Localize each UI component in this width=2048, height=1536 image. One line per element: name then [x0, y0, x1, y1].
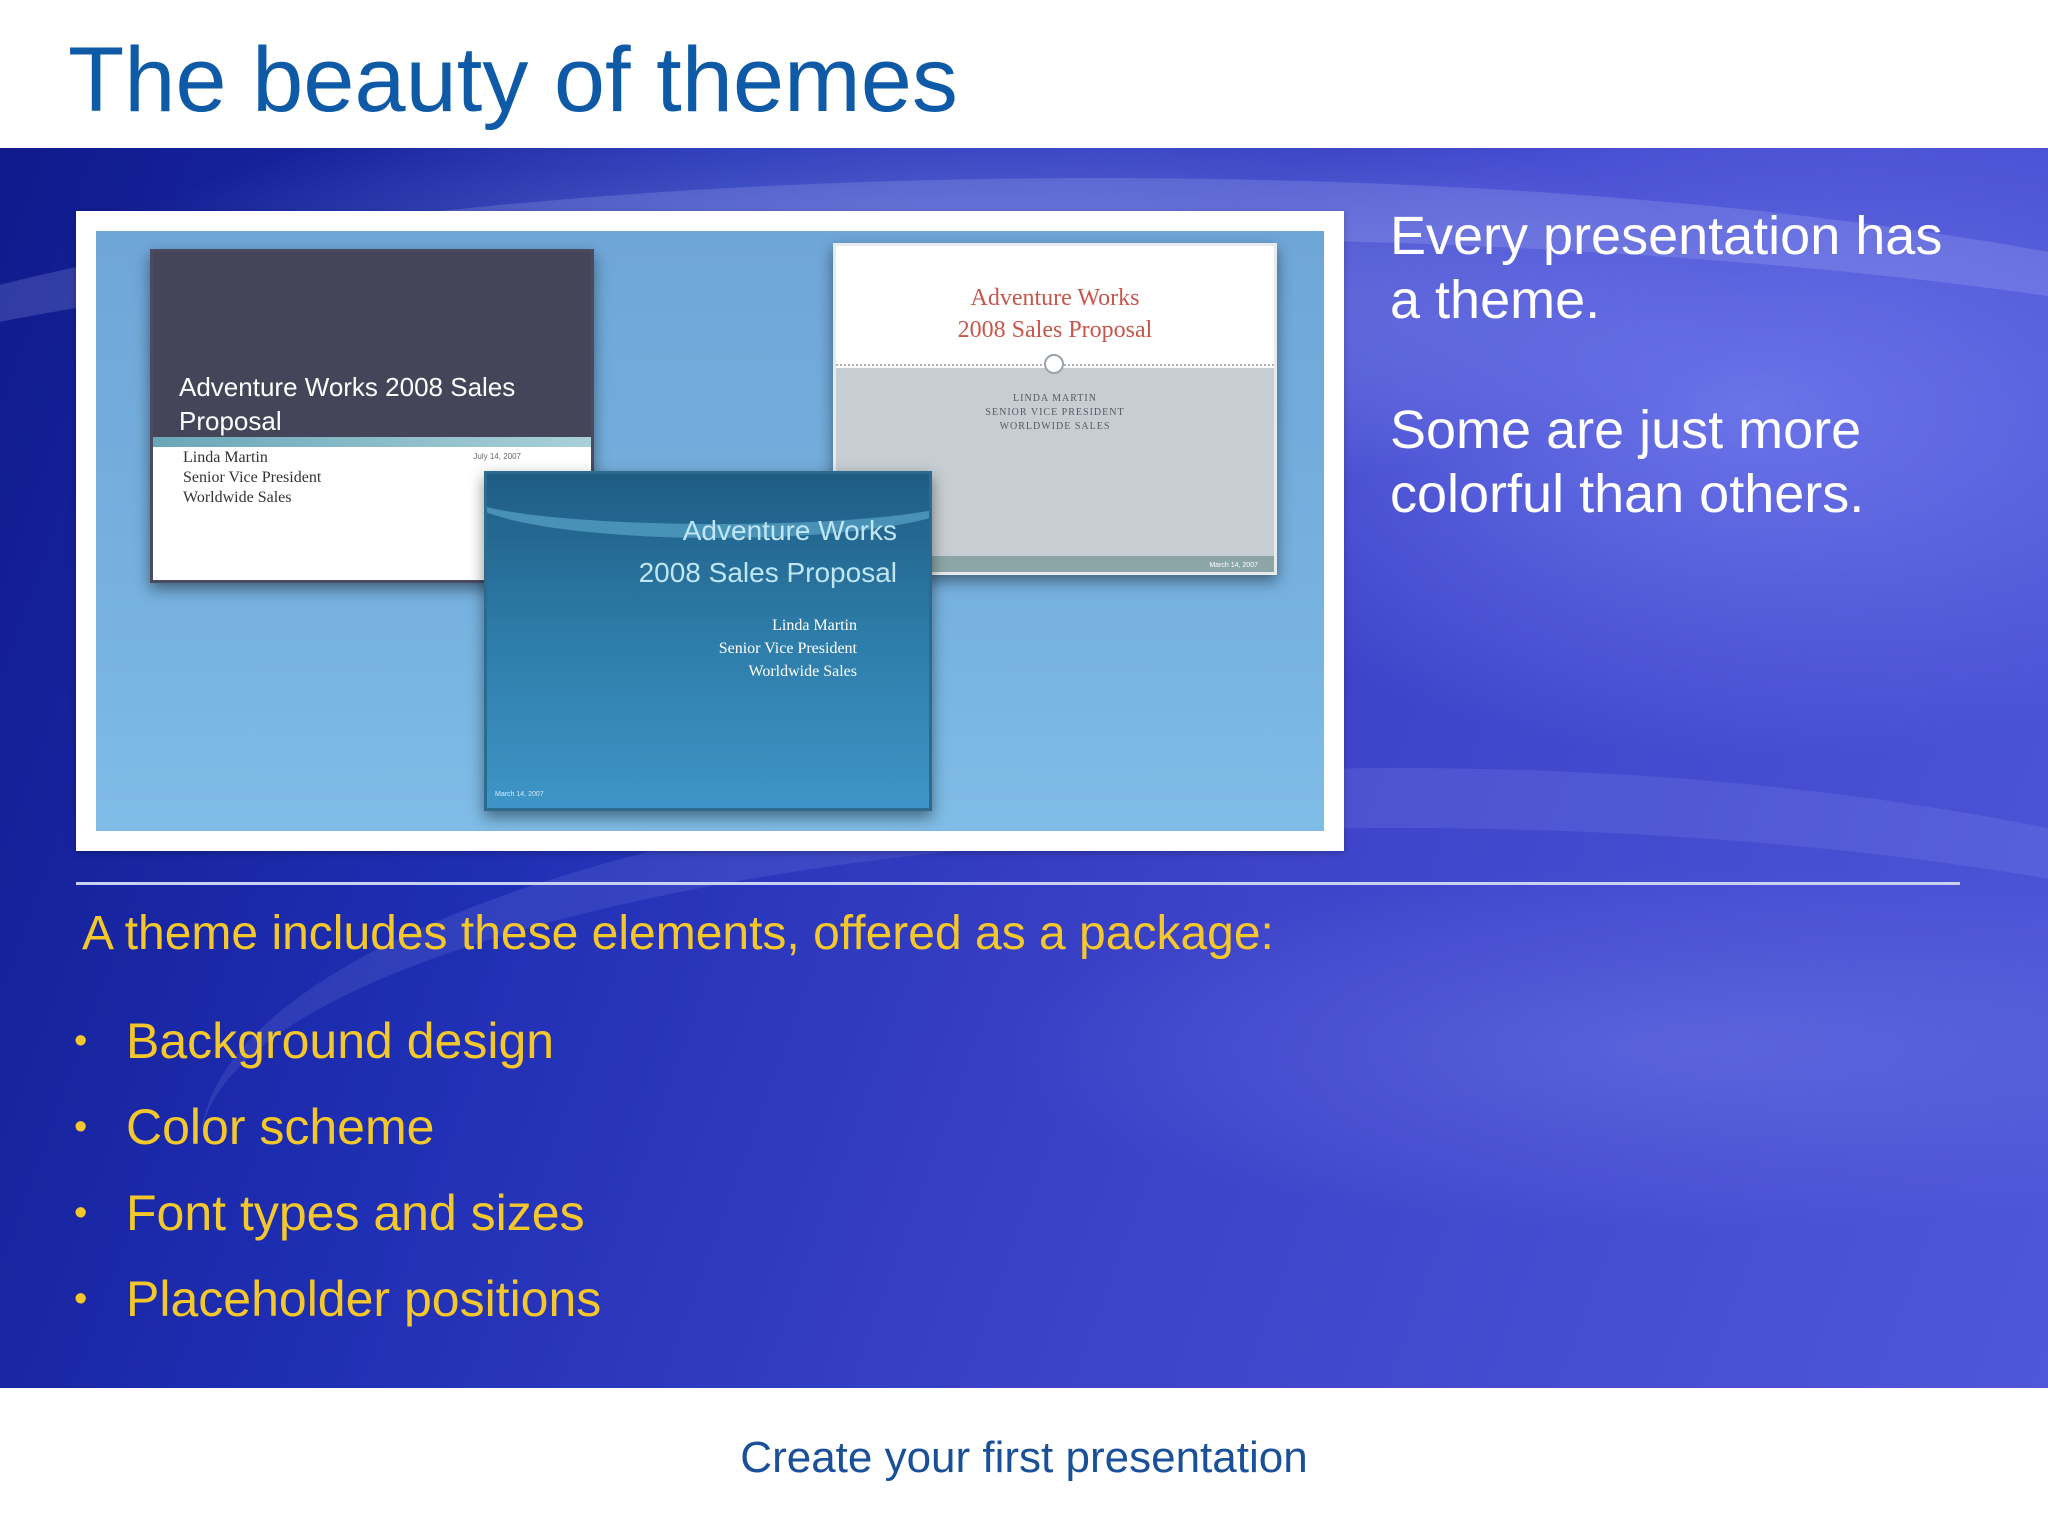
- theme-examples-canvas: Adventure Works 2008 Sales Proposal Lind…: [96, 231, 1324, 831]
- list-item-text: Color scheme: [126, 1099, 435, 1155]
- thumbnail-date: July 14, 2007: [473, 452, 521, 461]
- list-item-text: Font types and sizes: [126, 1185, 585, 1241]
- thumbnail-title: Adventure Works 2008 Sales Proposal: [179, 372, 516, 436]
- bullet-icon: •: [74, 1106, 88, 1148]
- bullet-icon: •: [74, 1192, 88, 1234]
- side-paragraph: Every presentation has a theme.: [1390, 206, 1943, 330]
- divider-line: [76, 882, 1960, 885]
- elements-intro: A theme includes these elements, offered…: [82, 907, 1274, 960]
- list-item: • Placeholder positions: [74, 1256, 601, 1342]
- thumbnail-title: Adventure Works 2008 Sales Proposal: [638, 515, 897, 588]
- thumbnail-date: March 14, 2007: [495, 791, 544, 798]
- thumbnail-subtitle: LINDA MARTIN SENIOR VICE PRESIDENT WORLD…: [985, 393, 1125, 432]
- bullet-icon: •: [74, 1020, 88, 1062]
- side-text: Every presentation has a theme. Some are…: [1390, 204, 1950, 592]
- thumbnail-subtitle: Linda Martin Senior Vice President World…: [718, 617, 857, 680]
- thumbnail-title: Adventure Works 2008 Sales Proposal: [957, 285, 1153, 343]
- thumbnail-subtitle: Linda Martin Senior Vice President World…: [183, 449, 322, 506]
- thumbnail-ornament: [1044, 354, 1064, 374]
- list-item: • Color scheme: [74, 1084, 601, 1170]
- bullet-icon: •: [74, 1278, 88, 1320]
- list-item-text: Background design: [126, 1013, 555, 1069]
- thumbnail-accent-stripe: [153, 437, 591, 447]
- slide-title: The beauty of themes: [68, 29, 958, 131]
- thumbnail-blue-theme: Adventure Works 2008 Sales Proposal Lind…: [484, 471, 932, 811]
- slide-footer: Create your first presentation: [740, 1433, 1308, 1482]
- list-item: • Font types and sizes: [74, 1170, 601, 1256]
- list-item: • Background design: [74, 998, 601, 1084]
- theme-examples-picture: Adventure Works 2008 Sales Proposal Lind…: [76, 211, 1344, 851]
- theme-elements-list: • Background design • Color scheme • Font t…: [74, 998, 601, 1342]
- list-item-text: Placeholder positions: [126, 1271, 602, 1327]
- side-paragraph: Some are just more colorful than others.: [1390, 400, 1865, 524]
- thumbnail-date: March 14, 2007: [1209, 562, 1258, 569]
